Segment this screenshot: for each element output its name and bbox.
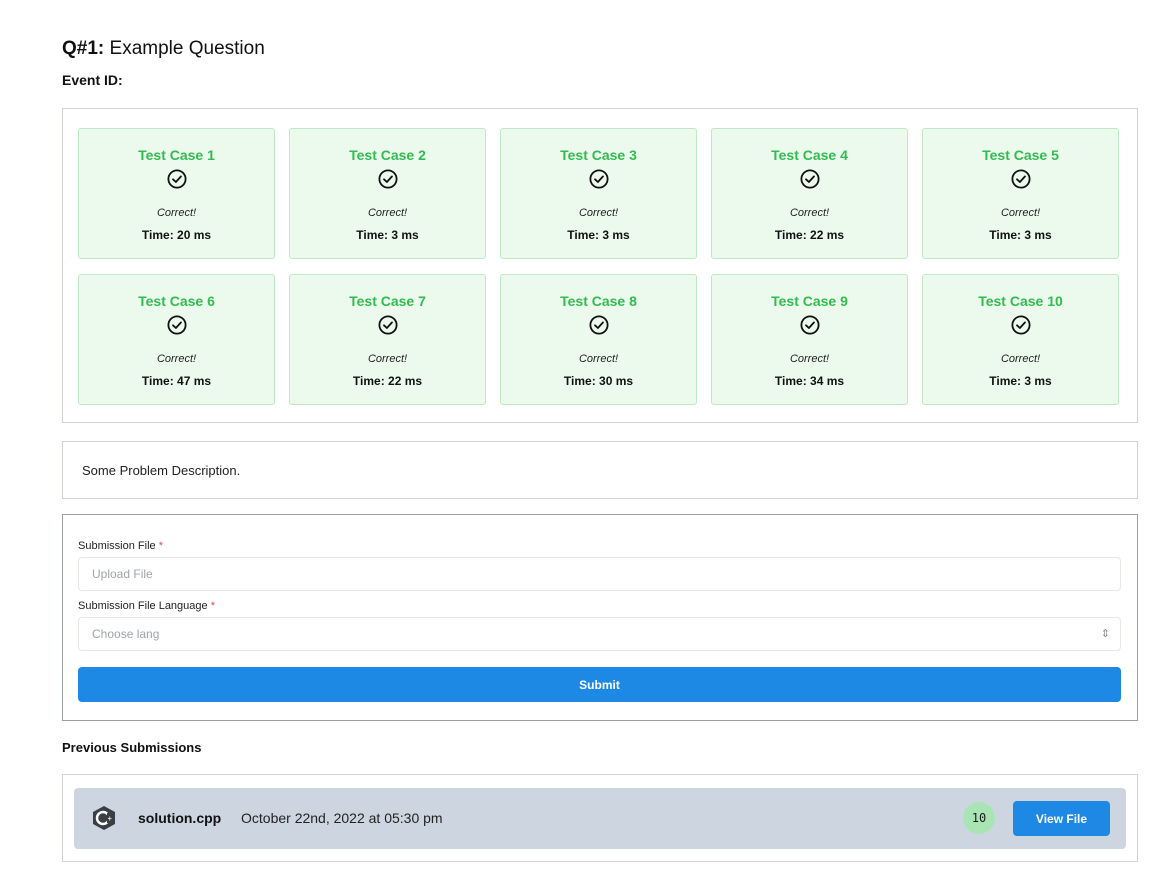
test-case-time: Time: 22 ms (290, 374, 485, 388)
test-case-time: Time: 3 ms (923, 374, 1118, 388)
test-case-card: Test Case 6 Correct! Time: 47 ms (78, 274, 275, 405)
test-case-time: Time: 30 ms (501, 374, 696, 388)
test-case-title: Test Case 10 (923, 293, 1118, 309)
test-case-title: Test Case 7 (290, 293, 485, 309)
test-cases-grid: Test Case 1Correct!Time: 20 msTest Case … (78, 128, 1119, 405)
test-case-title: Test Case 5 (923, 147, 1118, 163)
test-case-title: Test Case 4 (712, 147, 907, 163)
test-case-card: Test Case 2 Correct! Time: 3 ms (289, 128, 486, 259)
test-cases-panel: Test Case 1Correct!Time: 20 msTest Case … (62, 108, 1138, 423)
test-case-card: Test Case 3 Correct! Time: 3 ms (500, 128, 697, 259)
test-case-time: Time: 47 ms (79, 374, 274, 388)
test-case-status: Correct! (79, 207, 274, 219)
check-circle-icon (167, 169, 187, 189)
test-case-title: Test Case 3 (501, 147, 696, 163)
previous-submissions-panel: + solution.cpp October 22nd, 2022 at 05:… (62, 774, 1138, 862)
test-case-title: Test Case 8 (501, 293, 696, 309)
check-circle-icon (378, 315, 398, 335)
check-circle-icon (589, 315, 609, 335)
submission-row: + solution.cpp October 22nd, 2022 at 05:… (74, 788, 1126, 849)
language-select[interactable]: Choose lang ⇕ (78, 617, 1121, 651)
problem-description: Some Problem Description. (82, 463, 240, 478)
test-case-time: Time: 34 ms (712, 374, 907, 388)
test-case-card: Test Case 5 Correct! Time: 3 ms (922, 128, 1119, 259)
language-label-text: Submission File Language (78, 600, 208, 612)
test-case-status: Correct! (290, 353, 485, 365)
check-circle-icon (378, 169, 398, 189)
problem-description-panel: Some Problem Description. (62, 441, 1138, 499)
language-label: Submission File Language * (78, 600, 215, 612)
check-circle-icon (1011, 169, 1031, 189)
language-select-placeholder: Choose lang (92, 627, 159, 641)
event-id-label: Event ID: (62, 72, 123, 88)
test-case-time: Time: 3 ms (290, 228, 485, 242)
required-marker: * (211, 600, 215, 612)
test-case-card: Test Case 4 Correct! Time: 22 ms (711, 128, 908, 259)
select-arrows-icon: ⇕ (1101, 618, 1110, 650)
test-case-status: Correct! (923, 207, 1118, 219)
test-case-time: Time: 3 ms (501, 228, 696, 242)
test-case-status: Correct! (79, 353, 274, 365)
test-case-card: Test Case 7 Correct! Time: 22 ms (289, 274, 486, 405)
test-case-status: Correct! (923, 353, 1118, 365)
submission-file-label-text: Submission File (78, 540, 156, 552)
test-case-time: Time: 22 ms (712, 228, 907, 242)
svg-text:+: + (107, 816, 112, 823)
test-case-card: Test Case 8 Correct! Time: 30 ms (500, 274, 697, 405)
test-case-status: Correct! (290, 207, 485, 219)
file-upload-placeholder: Upload File (92, 567, 153, 581)
test-case-status: Correct! (501, 353, 696, 365)
test-case-status: Correct! (501, 207, 696, 219)
submit-button[interactable]: Submit (78, 667, 1121, 702)
test-case-status: Correct! (712, 353, 907, 365)
question-name: Example Question (110, 38, 265, 59)
check-circle-icon (800, 169, 820, 189)
check-circle-icon (1011, 315, 1031, 335)
test-case-title: Test Case 1 (79, 147, 274, 163)
test-case-title: Test Case 6 (79, 293, 274, 309)
test-case-title: Test Case 2 (290, 147, 485, 163)
question-number: Q#1: (62, 38, 104, 59)
check-circle-icon (167, 315, 187, 335)
submission-form: Submission File * Upload File Submission… (62, 514, 1138, 721)
test-case-time: Time: 20 ms (79, 228, 274, 242)
test-case-card: Test Case 1 Correct! Time: 20 ms (78, 128, 275, 259)
required-marker: * (159, 540, 163, 552)
view-file-button[interactable]: View File (1013, 801, 1110, 836)
test-case-title: Test Case 9 (712, 293, 907, 309)
test-case-time: Time: 3 ms (923, 228, 1118, 242)
submission-file-label: Submission File * (78, 540, 163, 552)
question-title: Q#1: Example Question (62, 38, 265, 60)
submission-score-badge: 10 (963, 802, 995, 834)
previous-submissions-heading: Previous Submissions (62, 740, 201, 755)
check-circle-icon (589, 169, 609, 189)
cpp-language-icon: + (91, 805, 117, 831)
file-upload-input[interactable]: Upload File (78, 557, 1121, 591)
submission-filename: solution.cpp (138, 810, 221, 826)
test-case-card: Test Case 9 Correct! Time: 34 ms (711, 274, 908, 405)
check-circle-icon (800, 315, 820, 335)
submission-date: October 22nd, 2022 at 05:30 pm (241, 810, 443, 826)
test-case-status: Correct! (712, 207, 907, 219)
test-case-card: Test Case 10 Correct! Time: 3 ms (922, 274, 1119, 405)
